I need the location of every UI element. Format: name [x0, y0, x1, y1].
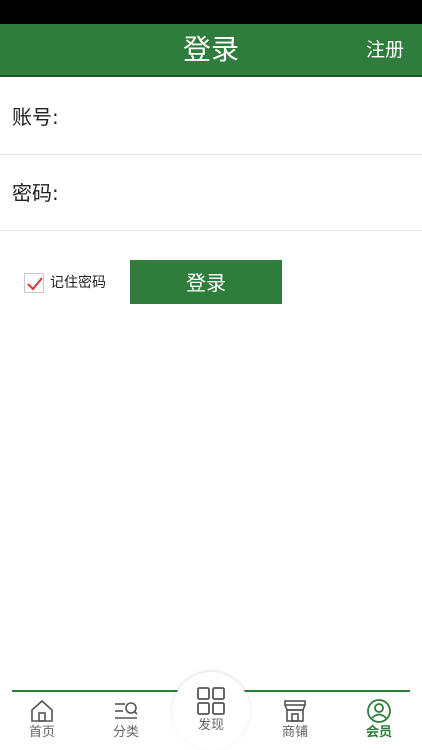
password-input[interactable]: [70, 171, 414, 217]
tab-member[interactable]: 会员: [349, 696, 409, 750]
user-icon: [367, 699, 391, 723]
password-label: 密码:: [12, 181, 59, 205]
account-row: 账号:: [0, 79, 422, 155]
status-bar: [0, 0, 422, 24]
remember-password-toggle[interactable]: 记住密码: [24, 271, 106, 295]
page-title: 登录: [182, 33, 239, 66]
tab-discover-label: 发现: [197, 718, 224, 733]
checkmark-icon: [27, 277, 43, 291]
tab-category[interactable]: 分类: [96, 696, 156, 750]
tab-shop-label: 商铺: [281, 725, 308, 740]
register-link[interactable]: 注册: [366, 38, 404, 62]
tab-discover[interactable]: 发现: [172, 672, 250, 750]
account-input[interactable]: [70, 95, 414, 141]
tab-shop[interactable]: 商铺: [265, 696, 325, 750]
password-row: 密码:: [0, 155, 422, 231]
account-label: 账号:: [12, 105, 59, 129]
header-bar: 登录 注册: [0, 24, 422, 77]
grid-icon: [197, 687, 225, 715]
home-icon: [31, 699, 53, 722]
login-button[interactable]: 登录: [130, 260, 282, 304]
tab-member-label: 会员: [365, 725, 392, 740]
tab-category-label: 分类: [112, 725, 139, 740]
tab-home-label: 首页: [28, 725, 55, 740]
remember-checkbox[interactable]: [24, 273, 44, 293]
tab-home[interactable]: 首页: [12, 696, 72, 750]
category-search-icon: [115, 702, 138, 719]
shop-icon: [284, 700, 306, 722]
remember-label: 记住密码: [50, 275, 106, 291]
